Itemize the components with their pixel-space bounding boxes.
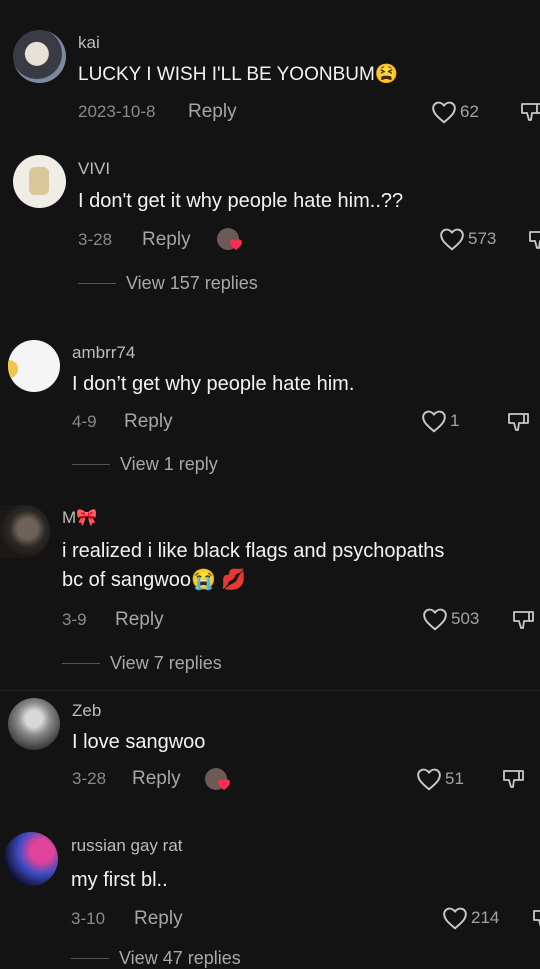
- view-replies-button[interactable]: View 157 replies: [78, 273, 258, 294]
- view-replies-button[interactable]: View 7 replies: [62, 653, 222, 674]
- avatar[interactable]: [13, 155, 66, 208]
- comment-text-line-1: i realized i like black flags and psycho…: [62, 540, 445, 562]
- username[interactable]: ambrr74: [72, 343, 135, 363]
- avatar[interactable]: [4, 832, 58, 886]
- like-button[interactable]: 51: [416, 767, 464, 791]
- heart-icon: [230, 239, 242, 251]
- like-count: 51: [445, 769, 464, 788]
- comment-text: LUCKY I WISH I'LL BE YOONBUM😫: [78, 64, 399, 85]
- replies-divider: [62, 663, 100, 664]
- replies-divider: [71, 958, 109, 959]
- like-count: 1: [450, 411, 460, 430]
- comment-kai: kai LUCKY I WISH I'LL BE YOONBUM😫 2023-1…: [0, 0, 540, 150]
- like-button[interactable]: 214: [442, 906, 499, 930]
- comment-text: I love sangwoo: [72, 731, 206, 753]
- comment-date: 4-9: [72, 412, 97, 431]
- comment-text-line-2: bc of sangwoo😭 💋: [62, 569, 247, 591]
- comment-ambrr74: ambrr74 I don’t get why people hate him.…: [0, 330, 540, 490]
- avatar[interactable]: [13, 30, 66, 83]
- comment-text: my first bl..: [71, 869, 168, 891]
- heart-icon: [417, 768, 441, 791]
- view-replies-label: View 157 replies: [126, 273, 258, 293]
- comment-m: M🎀 i realized i like black flags and psy…: [0, 495, 540, 690]
- comment-text: I don't get it why people hate him..??: [78, 190, 404, 212]
- avatar[interactable]: [0, 505, 50, 558]
- comment-zeb: Zeb I love sangwoo 3-28 Reply 51: [0, 690, 540, 820]
- like-count: 214: [471, 908, 500, 927]
- comment-date: 3-28: [72, 769, 107, 788]
- creator-liked-avatar: [217, 228, 242, 252]
- view-replies-label: View 47 replies: [119, 948, 241, 968]
- like-button[interactable]: 62: [431, 100, 479, 124]
- dislike-icon[interactable]: [501, 767, 525, 791]
- comment-russian-gay-rat: russian gay rat my first bl.. 3-10 Reply…: [0, 820, 540, 968]
- avatar[interactable]: [8, 340, 60, 392]
- creator-liked-avatar: [205, 768, 230, 792]
- comment-date: 3-10: [71, 909, 106, 928]
- username[interactable]: VIVI: [78, 159, 110, 179]
- heart-icon: [443, 907, 467, 930]
- like-count: 503: [451, 609, 480, 628]
- dislike-icon[interactable]: [506, 410, 530, 434]
- comment-text: I don’t get why people hate him.: [72, 373, 355, 395]
- heart-icon: [218, 779, 230, 791]
- username[interactable]: Zeb: [72, 701, 101, 721]
- view-replies-label: View 1 reply: [120, 454, 218, 474]
- reply-button[interactable]: Reply: [115, 609, 164, 631]
- dislike-icon[interactable]: [511, 608, 535, 632]
- view-replies-button[interactable]: View 1 reply: [72, 454, 218, 475]
- heart-icon: [440, 228, 464, 251]
- replies-divider: [78, 283, 116, 284]
- heart-icon: [422, 410, 446, 433]
- comment-vivi: VIVI I don't get it why people hate him.…: [0, 150, 540, 320]
- replies-divider: [72, 464, 110, 465]
- username[interactable]: M🎀: [62, 508, 97, 528]
- reply-button[interactable]: Reply: [142, 229, 191, 251]
- reply-button[interactable]: Reply: [124, 411, 173, 433]
- dislike-icon[interactable]: [527, 228, 540, 252]
- like-button[interactable]: 1: [421, 409, 459, 433]
- avatar[interactable]: [8, 698, 60, 750]
- like-button[interactable]: 573: [439, 227, 496, 251]
- reply-button[interactable]: Reply: [134, 908, 183, 930]
- like-button[interactable]: 503: [422, 607, 479, 631]
- like-count: 573: [468, 229, 497, 248]
- comment-date: 3-9: [62, 610, 87, 629]
- view-replies-button[interactable]: View 47 replies: [71, 948, 241, 969]
- view-replies-label: View 7 replies: [110, 653, 222, 673]
- reply-button[interactable]: Reply: [188, 101, 237, 123]
- dislike-icon[interactable]: [531, 907, 540, 931]
- like-count: 62: [460, 102, 479, 121]
- comment-date: 3-28: [78, 230, 113, 249]
- comment-date: 2023-10-8: [78, 102, 156, 121]
- heart-icon: [432, 101, 456, 124]
- username[interactable]: kai: [78, 33, 100, 53]
- dislike-icon[interactable]: [519, 100, 540, 124]
- reply-button[interactable]: Reply: [132, 768, 181, 790]
- heart-icon: [423, 608, 447, 631]
- username[interactable]: russian gay rat: [71, 836, 183, 856]
